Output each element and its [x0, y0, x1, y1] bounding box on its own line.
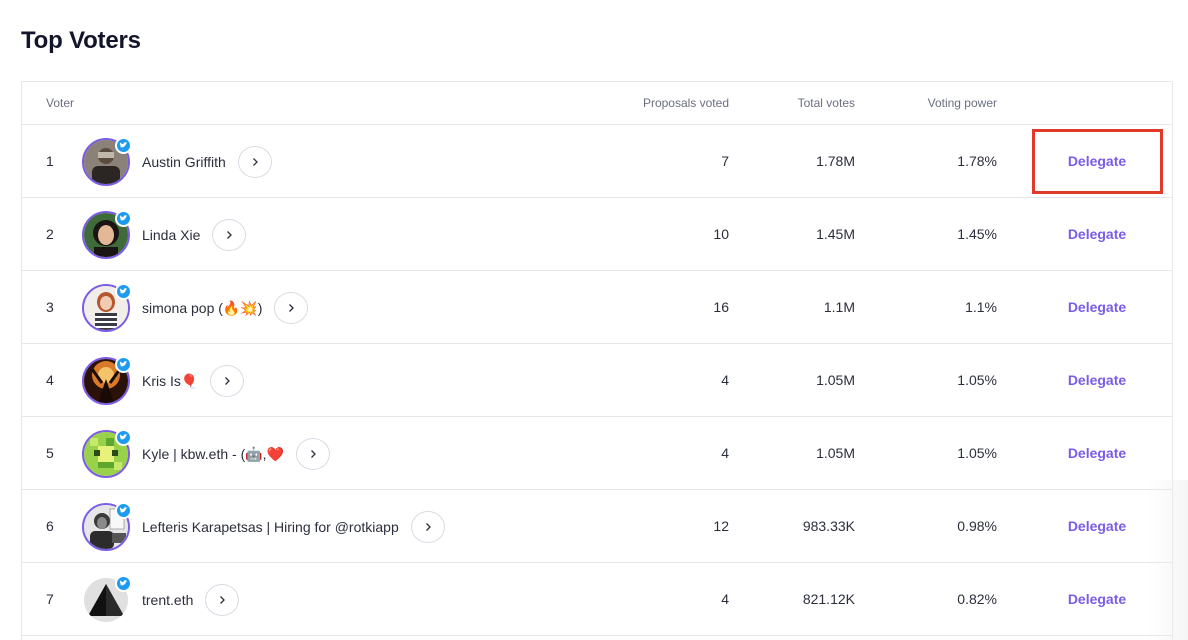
table-row: 3 simona pop (🔥💥) 16 1.1M 1.1% Delegate [22, 271, 1172, 344]
avatar[interactable] [82, 356, 132, 405]
voting-power-value: 1.45% [957, 226, 997, 242]
rank-number: 1 [46, 153, 54, 169]
table-row: 7 trent.eth 4 821.12K 0.82% Delegate [22, 563, 1172, 636]
avatar[interactable] [82, 137, 132, 186]
total-votes-value: 1.45M [816, 226, 855, 242]
total-votes-value: 1.78M [816, 153, 855, 169]
rank-number: 4 [46, 372, 54, 388]
table-row: 6 Lefteris Karapetsas | Hiring for @rotk… [22, 490, 1172, 563]
proposals-voted-value: 16 [713, 299, 729, 315]
voter-details-button[interactable] [205, 584, 240, 616]
voter-details-button[interactable] [212, 219, 247, 251]
table-row: 2 Linda Xie 10 1.45M 1.45% Delegate [22, 198, 1172, 271]
proposals-voted-value: 12 [713, 518, 729, 534]
proposals-voted-value: 4 [721, 372, 729, 388]
voting-power-value: 0.82% [957, 591, 997, 607]
voter-name[interactable]: trent.eth [142, 592, 193, 608]
header-voter: Voter [46, 96, 75, 110]
proposals-voted-value: 7 [721, 153, 729, 169]
top-voters-table: Voter Proposals voted Total votes Voting… [21, 81, 1173, 640]
delegate-button[interactable]: Delegate [1062, 299, 1132, 315]
rank-number: 3 [46, 299, 54, 315]
delegate-button[interactable]: Delegate [1062, 591, 1132, 607]
voting-power-value: 1.1% [965, 299, 997, 315]
twitter-bird-icon [115, 210, 132, 227]
rank-number: 2 [46, 226, 54, 242]
avatar[interactable] [82, 283, 132, 332]
voter-details-button[interactable] [274, 292, 309, 324]
twitter-bird-icon [115, 575, 132, 592]
delegate-button[interactable]: Delegate [1062, 518, 1132, 534]
table-header: Voter Proposals voted Total votes Voting… [22, 82, 1172, 125]
avatar[interactable] [82, 429, 132, 478]
chevron-right-icon [425, 523, 431, 531]
delegate-button[interactable]: Delegate [1062, 226, 1132, 242]
delegate-button[interactable]: Delegate [1062, 445, 1132, 461]
voter-name[interactable]: Kris Is🎈 [142, 373, 198, 390]
twitter-bird-icon [115, 137, 132, 154]
header-proposals-voted: Proposals voted [642, 96, 729, 110]
chevron-right-icon [225, 377, 231, 385]
avatar[interactable] [82, 210, 132, 259]
delegate-button[interactable]: Delegate [1062, 372, 1132, 388]
voter-name[interactable]: Austin Griffith [142, 154, 226, 170]
chevron-right-icon [311, 450, 316, 458]
voting-power-value: 1.78% [957, 153, 997, 169]
voter-name[interactable]: Kyle | kbw.eth - (🤖,❤️ [142, 446, 284, 463]
twitter-bird-icon [115, 429, 132, 446]
page-title: Top Voters [21, 27, 141, 54]
voter-details-button[interactable] [210, 365, 245, 397]
voter-name[interactable]: Linda Xie [142, 227, 200, 243]
total-votes-value: 821.12K [802, 591, 855, 607]
twitter-bird-icon [115, 283, 132, 300]
table-row: 4 Kris Is🎈 4 1.05M 1.05% Delegate [22, 344, 1172, 417]
total-votes-value: 1.05M [816, 372, 855, 388]
header-total-votes: Total votes [797, 96, 855, 110]
table-row: 5 Kyle | kbw.eth - (🤖,❤️ 4 1.05M 1.05% D… [22, 417, 1172, 490]
voter-details-button[interactable] [295, 438, 330, 470]
avatar[interactable] [82, 502, 132, 551]
chevron-right-icon [252, 158, 258, 166]
delegate-button[interactable]: Delegate [1062, 153, 1132, 169]
rank-number: 5 [46, 445, 54, 461]
rank-number: 7 [46, 591, 54, 607]
proposals-voted-value: 10 [713, 226, 729, 242]
rank-number: 6 [46, 518, 54, 534]
voter-name[interactable]: Lefteris Karapetsas | Hiring for @rotkia… [142, 519, 399, 535]
voter-name[interactable]: simona pop (🔥💥) [142, 300, 262, 317]
voter-details-button[interactable] [237, 146, 272, 178]
chevron-right-icon [227, 231, 233, 239]
chevron-right-icon [220, 596, 226, 604]
twitter-bird-icon [115, 502, 132, 519]
proposals-voted-value: 4 [721, 445, 729, 461]
chevron-right-icon [289, 304, 295, 312]
proposals-voted-value: 4 [721, 591, 729, 607]
avatar[interactable] [82, 575, 132, 624]
voter-details-button[interactable] [410, 511, 445, 543]
voting-power-value: 1.05% [957, 445, 997, 461]
voting-power-value: 0.98% [957, 518, 997, 534]
table-row: 1 Austin Griffith 7 1.78M 1.78% Delegate [22, 125, 1172, 198]
voting-power-value: 1.05% [957, 372, 997, 388]
total-votes-value: 1.1M [823, 299, 855, 315]
total-votes-value: 983.33K [802, 518, 855, 534]
twitter-bird-icon [115, 356, 132, 373]
header-voting-power: Voting power [927, 96, 997, 110]
total-votes-value: 1.05M [816, 445, 855, 461]
